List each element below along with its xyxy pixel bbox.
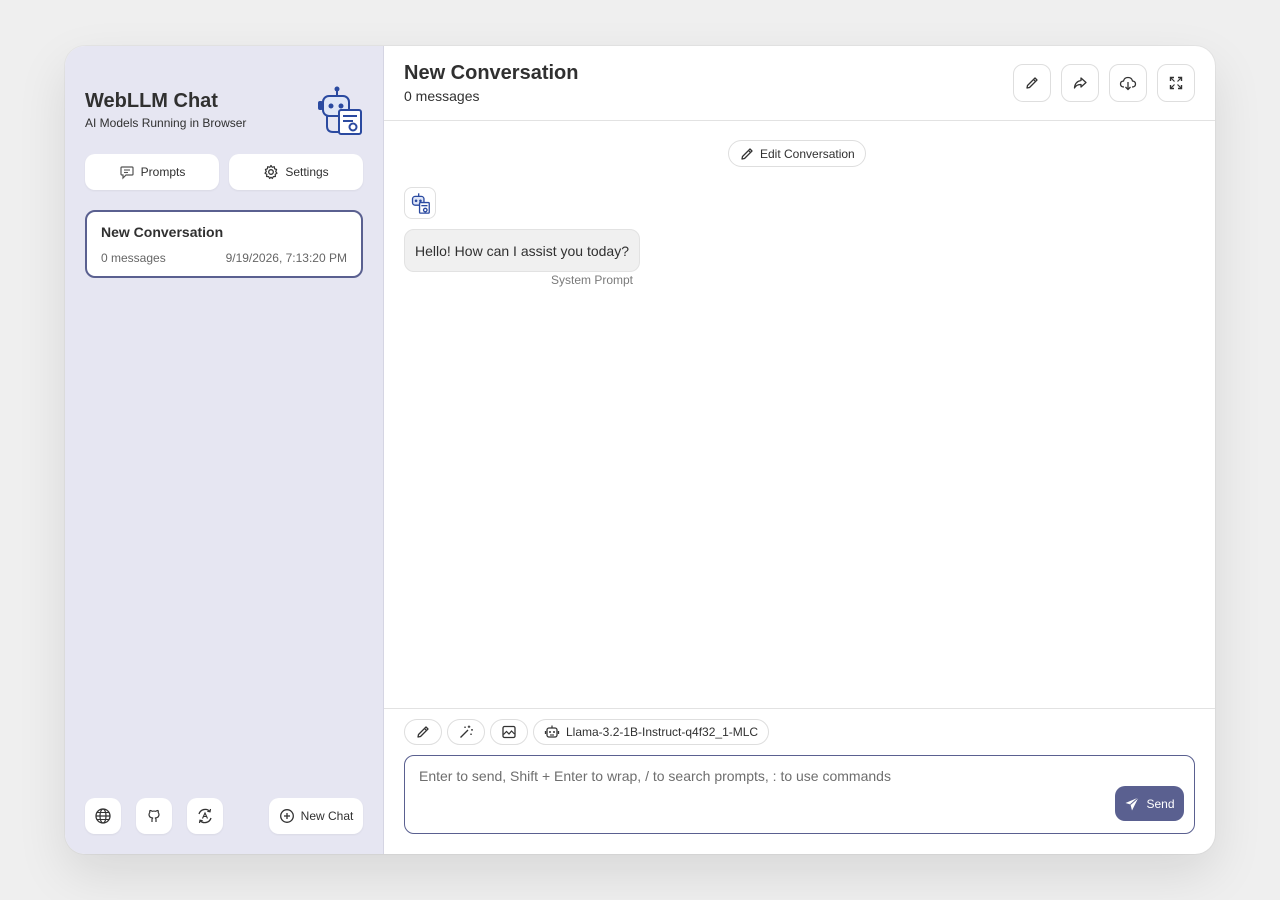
new-chat-label: New Chat	[300, 809, 354, 823]
assistant-message: Hello! How can I assist you today?	[404, 229, 640, 272]
robot-logo-icon	[317, 86, 363, 136]
download-icon	[1119, 74, 1137, 92]
settings-button[interactable]: Settings	[229, 154, 363, 190]
header-actions	[1013, 64, 1195, 102]
gear-icon	[263, 164, 279, 180]
fullscreen-icon	[1168, 75, 1184, 91]
language-switch-icon	[196, 807, 214, 825]
conversation-item[interactable]: New Conversation 0 messages 9/19/2026, 7…	[85, 210, 363, 278]
github-button[interactable]	[136, 798, 172, 834]
message-input[interactable]	[405, 756, 1194, 833]
rename-button[interactable]	[1013, 64, 1051, 102]
app-subtitle: AI Models Running in Browser	[85, 116, 247, 130]
edit-conversation-label: Edit Conversation	[760, 146, 855, 161]
share-button[interactable]	[1061, 64, 1099, 102]
edit-conversation-button[interactable]: Edit Conversation	[728, 140, 866, 167]
conversation-count: 0 messages	[101, 251, 166, 265]
conversation-title: New Conversation	[101, 224, 224, 240]
prompt-hints-chip[interactable]	[447, 719, 485, 745]
app-window: WebLLM Chat AI Models Running in Browser	[65, 46, 1215, 854]
message-meta: System Prompt	[551, 273, 634, 287]
export-button[interactable]	[1109, 64, 1147, 102]
chat-bubble-icon	[119, 164, 135, 180]
theme-button[interactable]	[187, 798, 223, 834]
send-icon	[1124, 796, 1140, 812]
globe-icon	[94, 807, 112, 825]
message-input-container: Send	[404, 755, 1195, 834]
composer-toolbar: Llama-3.2-1B-Instruct-q4f32_1-MLC	[404, 719, 770, 745]
edit-icon	[1024, 75, 1040, 91]
model-name: Llama-3.2-1B-Instruct-q4f32_1-MLC	[566, 725, 759, 739]
robot-icon	[544, 724, 560, 740]
robot-icon	[409, 192, 431, 214]
edit-icon	[739, 146, 755, 162]
chat-panel: New Conversation 0 messages Edit Convers…	[384, 46, 1215, 854]
message-text: Hello! How can I assist you today?	[415, 242, 629, 259]
new-chat-button[interactable]: New Chat	[269, 798, 363, 834]
send-label: Send	[1146, 796, 1175, 811]
plus-circle-icon	[279, 808, 295, 824]
share-icon	[1072, 75, 1088, 91]
sidebar-footer: New Chat	[85, 798, 363, 834]
prompts-button[interactable]: Prompts	[85, 154, 219, 190]
app-title: WebLLM Chat	[85, 90, 218, 112]
model-selector[interactable]: Llama-3.2-1B-Instruct-q4f32_1-MLC	[533, 719, 770, 745]
send-button[interactable]: Send	[1115, 786, 1184, 821]
settings-label: Settings	[285, 165, 329, 179]
github-icon	[146, 808, 162, 824]
message-list: Edit Conversation Hello! How can I assis…	[384, 121, 1215, 708]
conversation-date: 9/19/2026, 7:13:20 PM	[225, 251, 347, 265]
image-icon	[501, 724, 517, 740]
chat-header: New Conversation 0 messages	[384, 46, 1215, 121]
upload-image-chip[interactable]	[490, 719, 528, 745]
edit-prompt-chip[interactable]	[404, 719, 442, 745]
prompts-label: Prompts	[140, 165, 186, 179]
language-button[interactable]	[85, 798, 121, 834]
sidebar: WebLLM Chat AI Models Running in Browser	[65, 46, 384, 854]
edit-icon	[415, 724, 431, 740]
sidebar-actions: Prompts Settings	[85, 154, 363, 190]
composer: Llama-3.2-1B-Instruct-q4f32_1-MLC Send	[384, 708, 1215, 854]
assistant-avatar	[404, 187, 436, 219]
brand: WebLLM Chat AI Models Running in Browser	[85, 66, 363, 154]
magic-wand-icon	[458, 724, 474, 740]
fullscreen-button[interactable]	[1157, 64, 1195, 102]
